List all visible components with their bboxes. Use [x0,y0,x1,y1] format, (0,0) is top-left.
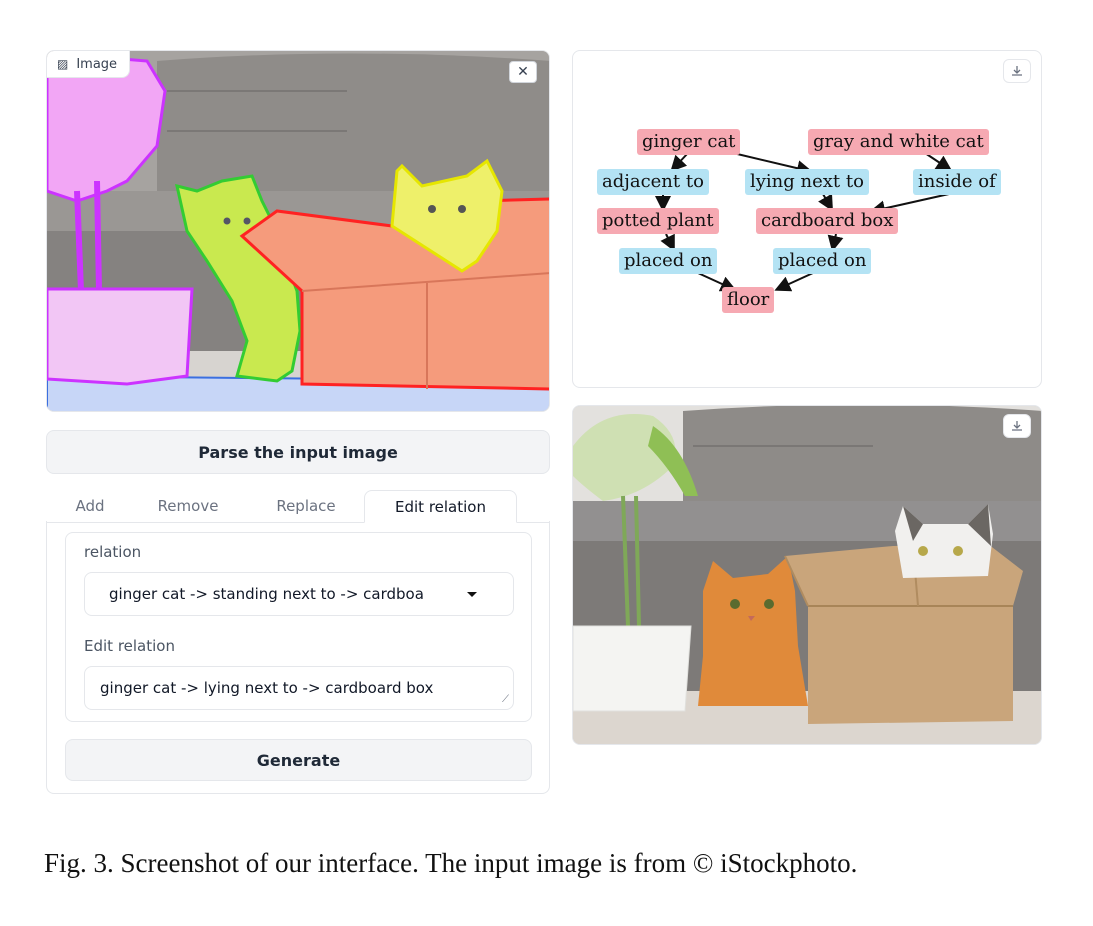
generate-button[interactable]: Generate [65,739,532,781]
node-gray-and-white-cat: gray and white cat [808,129,989,155]
resize-handle-icon[interactable]: ⟋ [502,694,509,705]
tab-edit-relation[interactable]: Edit relation [364,490,517,523]
image-label: Image [76,56,118,72]
input-image-panel[interactable]: ▨ Image ✕ [46,50,550,412]
node-placed-on-box: placed on [773,248,872,274]
node-ginger-cat: ginger cat [637,129,741,155]
figure-caption: Fig. 3. Screenshot of our interface. The… [44,848,858,878]
node-placed-on-plant: placed on [619,248,718,274]
node-floor: floor [722,287,775,313]
node-inside-of: inside of [913,169,1001,195]
generated-output-image [573,406,1041,744]
node-potted-plant: potted plant [597,208,719,234]
download-icon[interactable] [1003,414,1031,438]
relation-label: relation [84,543,142,561]
relation-fields-box: relation ginger cat -> standing next to … [65,532,532,722]
image-label-badge: ▨ Image [47,51,131,78]
caret-down-icon [467,592,477,597]
segmented-input-image [47,51,549,411]
edit-relation-label: Edit relation [84,637,175,655]
image-icon: ▨ [57,57,69,71]
edit-mode-tabs: Add Remove Replace Edit relation [46,490,550,523]
tab-add[interactable]: Add [50,490,130,522]
edit-relation-textbox[interactable]: ginger cat -> lying next to -> cardboard… [84,666,514,710]
node-lying-next-to: lying next to [745,169,869,195]
parse-input-image-button[interactable]: Parse the input image [46,430,550,474]
scene-graph-panel: ginger cat gray and white cat adjacent t… [572,50,1042,388]
tab-remove[interactable]: Remove [140,490,236,522]
tab-replace[interactable]: Replace [256,490,356,522]
node-cardboard-box: cardboard box [756,208,899,234]
output-image-panel [572,405,1042,745]
edit-relation-value: ginger cat -> lying next to -> cardboard… [100,679,434,697]
close-icon[interactable]: ✕ [509,61,537,83]
edit-relation-form: relation ginger cat -> standing next to … [46,521,550,794]
node-adjacent-to: adjacent to [597,169,709,195]
relation-dropdown[interactable]: ginger cat -> standing next to -> cardbo… [84,572,514,616]
relation-dropdown-value: ginger cat -> standing next to -> cardbo… [109,585,424,603]
